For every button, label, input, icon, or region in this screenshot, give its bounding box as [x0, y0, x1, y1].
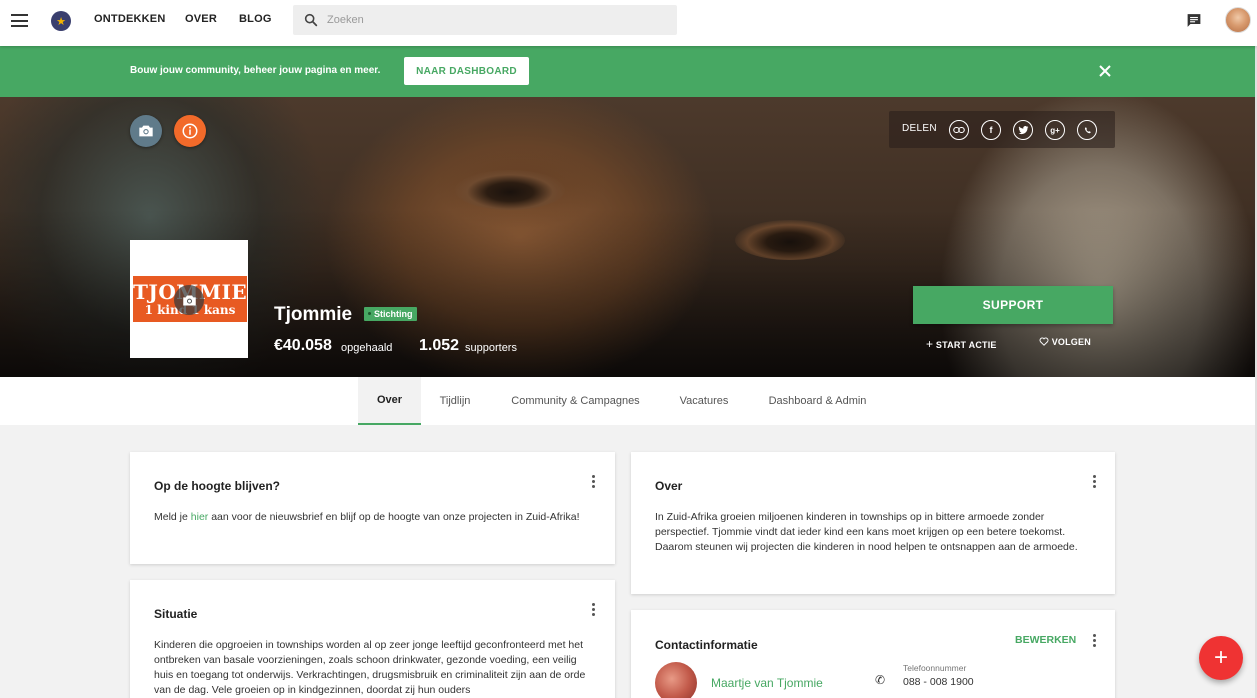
to-dashboard-button[interactable]: NAAR DASHBOARD [404, 57, 529, 85]
card-title: Contactinformatie [655, 638, 758, 652]
nav-link-over[interactable]: OVER [185, 13, 217, 25]
tab-tijdlijn[interactable]: Tijdlijn [428, 377, 482, 425]
follow-button[interactable]: VOLGEN [1039, 337, 1091, 347]
tab-community-campagnes[interactable]: Community & Campagnes [500, 377, 651, 425]
share-bar: DELEN f g+ [889, 111, 1115, 148]
follow-label: VOLGEN [1051, 337, 1091, 347]
contact-name[interactable]: Maartje van Tjommie [711, 676, 823, 690]
phone-label: Telefoonnummer [903, 663, 967, 673]
supporters-label: supporters [465, 342, 517, 354]
phone-value: 088 - 008 1900 [903, 676, 974, 688]
organization-name: Tjommie [274, 304, 353, 325]
raised-label: opgehaald [341, 342, 393, 354]
organization-logo: TJOMMIE 1 kind 1 kans [130, 240, 248, 358]
body-text: aan voor de nieuwsbrief en blijf op de h… [208, 511, 580, 523]
card-body: Meld je hier aan voor de nieuwsbrief en … [154, 510, 594, 525]
more-options-icon[interactable] [592, 603, 596, 617]
start-action-button[interactable]: + START ACTIE [926, 337, 997, 351]
plus-icon: + [1213, 644, 1228, 671]
search-input[interactable] [327, 10, 667, 30]
support-button[interactable]: SUPPORT [913, 286, 1113, 324]
twitter-icon[interactable] [1013, 120, 1033, 140]
hero-cover: DELEN f g+ TJOMMIE 1 kind 1 kans Tjommie… [0, 97, 1257, 377]
camera-icon [139, 125, 153, 137]
heart-icon [1039, 337, 1049, 346]
raised-amount: €40.058 [274, 337, 332, 354]
phone-icon: ✆ [875, 673, 886, 687]
dashboard-banner: Bouw jouw community, beheer jouw pagina … [0, 46, 1257, 97]
link-icon[interactable] [949, 120, 969, 140]
search-icon[interactable] [303, 12, 319, 28]
nav-link-blog[interactable]: BLOG [239, 13, 272, 25]
more-options-icon[interactable] [1093, 634, 1097, 648]
profile-tabs: Over Tijdlijn Community & Campagnes Vaca… [0, 377, 1255, 425]
about-card: Over In Zuid-Afrika groeien miljoenen ki… [631, 452, 1115, 594]
chat-icon[interactable] [1185, 12, 1203, 29]
more-options-icon[interactable] [1093, 475, 1097, 489]
card-body: In Zuid-Afrika groeien miljoenen kindere… [655, 511, 1078, 553]
contact-avatar [655, 662, 697, 698]
start-action-label: START ACTIE [935, 340, 997, 350]
card-title: Over [655, 479, 683, 493]
share-label: DELEN [902, 123, 937, 134]
situation-card: Situatie Kinderen die opgroeien in towns… [130, 580, 615, 698]
more-options-icon[interactable] [592, 475, 596, 489]
card-title: Op de hoogte blijven? [154, 479, 280, 493]
supporters-count: 1.052 [419, 337, 460, 354]
tab-vacatures[interactable]: Vacatures [668, 377, 740, 425]
camera-icon [182, 295, 196, 305]
tab-dashboard-admin[interactable]: Dashboard & Admin [758, 377, 877, 425]
star-icon: ★ [56, 14, 66, 28]
add-fab-button[interactable]: + [1199, 636, 1243, 680]
info-icon [182, 123, 198, 139]
whatsapp-icon[interactable] [1077, 120, 1097, 140]
facebook-icon[interactable]: f [981, 120, 1001, 140]
card-body: Kinderen die opgroeien in townships word… [154, 639, 586, 696]
change-cover-button[interactable] [130, 115, 162, 147]
card-title: Situatie [154, 607, 198, 621]
contact-card: Contactinformatie BEWERKEN Maartje van T… [631, 610, 1115, 698]
body-text: Meld je [154, 511, 191, 523]
site-logo[interactable]: ★ [51, 11, 71, 31]
newsletter-card: Op de hoogte blijven? Meld je hier aan v… [130, 452, 615, 564]
status-badge: Stichting [364, 307, 417, 321]
top-nav: ★ ONTDEKKEN OVER BLOG [0, 0, 1257, 46]
nav-link-ontdekken[interactable]: ONTDEKKEN [94, 13, 165, 25]
change-logo-button[interactable] [174, 285, 204, 315]
user-avatar[interactable] [1225, 7, 1251, 33]
newsletter-link[interactable]: hier [191, 511, 209, 523]
tab-over[interactable]: Over [358, 377, 421, 425]
banner-text: Bouw jouw community, beheer jouw pagina … [130, 65, 381, 76]
hamburger-menu-icon[interactable] [11, 14, 28, 27]
info-button[interactable] [174, 115, 206, 147]
close-icon[interactable] [1098, 64, 1112, 78]
google-plus-icon[interactable]: g+ [1045, 120, 1065, 140]
edit-button[interactable]: BEWERKEN [1015, 634, 1076, 646]
search-bar [293, 5, 677, 35]
plus-icon: + [926, 337, 934, 351]
